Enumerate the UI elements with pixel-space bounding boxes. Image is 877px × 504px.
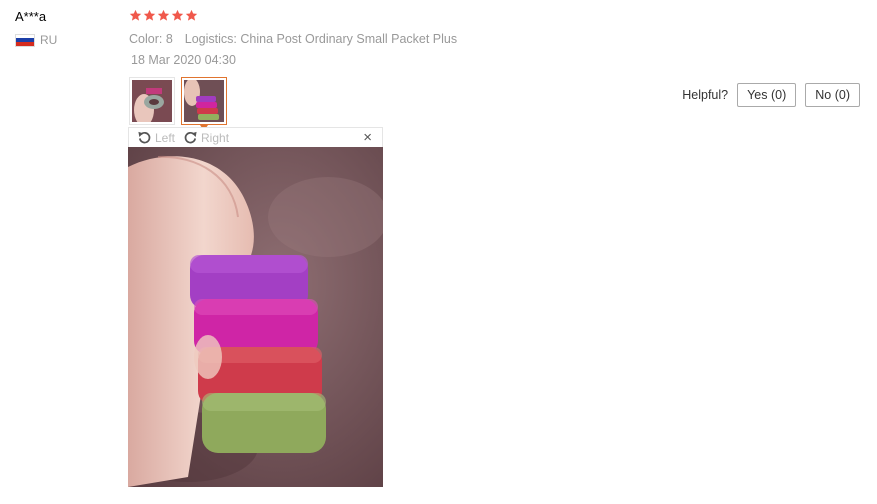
country-code: RU: [40, 33, 58, 47]
star-icon: [185, 9, 198, 21]
color-label: Color: 8: [129, 32, 173, 46]
rotate-left-button[interactable]: Left: [137, 130, 175, 145]
helpful-no-button[interactable]: No (0): [805, 83, 860, 107]
order-info: Color: 8 Logistics: China Post Ordinary S…: [129, 32, 457, 46]
star-icon: [143, 9, 156, 21]
star-icon: [171, 9, 184, 21]
photo-viewer: Left Right ×: [128, 127, 383, 487]
thumbnail-2-image: [184, 80, 224, 122]
photo-thumbnail-1[interactable]: [129, 77, 175, 125]
thumbnail-1-image: [132, 80, 172, 122]
helpful-yes-button[interactable]: Yes (0): [737, 83, 797, 107]
helpful-label: Helpful?: [682, 88, 729, 102]
star-icon: [129, 9, 142, 21]
review-photo-thumbnails: [129, 77, 227, 131]
star-icon: [157, 9, 170, 21]
rotate-left-label: Left: [155, 130, 176, 145]
rotate-right-icon: [184, 131, 197, 144]
russia-flag-icon: [15, 33, 35, 47]
close-icon[interactable]: ×: [363, 129, 372, 146]
rating-stars: [129, 9, 198, 22]
review-date: 18 Mar 2020 04:30: [131, 53, 236, 67]
logistics-label: Logistics: China Post Ordinary Small Pac…: [184, 32, 458, 46]
buyer-country: RU: [15, 33, 57, 47]
rotate-right-button[interactable]: Right: [183, 130, 229, 145]
review-photo: [128, 147, 383, 487]
rotate-left-icon: [138, 131, 151, 144]
buyer-name: A***a: [15, 9, 47, 24]
helpful-voting: Helpful? Yes (0) No (0): [682, 83, 860, 107]
photo-viewer-toolbar: Left Right ×: [128, 127, 383, 147]
photo-thumbnail-2[interactable]: [181, 77, 227, 131]
rotate-right-label: Right: [201, 130, 230, 145]
